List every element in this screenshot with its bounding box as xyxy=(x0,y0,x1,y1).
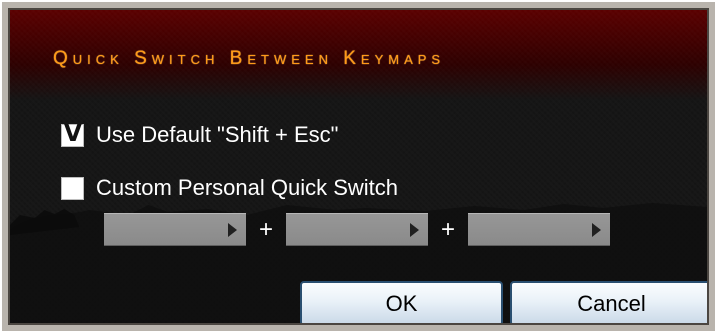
plus-separator: + xyxy=(440,216,455,243)
dropdown-arrow-icon xyxy=(228,223,237,237)
dropdown-arrow-icon xyxy=(592,223,601,237)
key-dropdown-1[interactable] xyxy=(104,213,246,246)
dialog-title: Quick Switch Between Keymaps xyxy=(53,48,446,69)
quick-switch-dialog: Quick Switch Between Keymaps V Use Defau… xyxy=(2,2,715,331)
key-dropdown-3[interactable] xyxy=(468,213,610,246)
custom-switch-checkbox[interactable] xyxy=(61,176,84,200)
check-mark-icon: V xyxy=(64,120,82,147)
custom-switch-label: Custom Personal Quick Switch xyxy=(96,175,398,200)
use-default-checkbox[interactable]: V xyxy=(61,120,84,147)
use-default-label: Use Default "Shift + Esc" xyxy=(96,122,339,147)
plus-separator: + xyxy=(258,216,273,243)
ok-button[interactable]: OK xyxy=(300,281,503,323)
custom-switch-option[interactable]: Custom Personal Quick Switch xyxy=(61,175,398,201)
key-dropdown-2[interactable] xyxy=(286,213,428,246)
use-default-option[interactable]: V Use Default "Shift + Esc" xyxy=(61,122,338,148)
key-combination-row: + + xyxy=(104,213,610,246)
dialog-panel: Quick Switch Between Keymaps V Use Defau… xyxy=(8,8,709,325)
cancel-button[interactable]: Cancel xyxy=(510,281,707,323)
dropdown-arrow-icon xyxy=(410,223,419,237)
